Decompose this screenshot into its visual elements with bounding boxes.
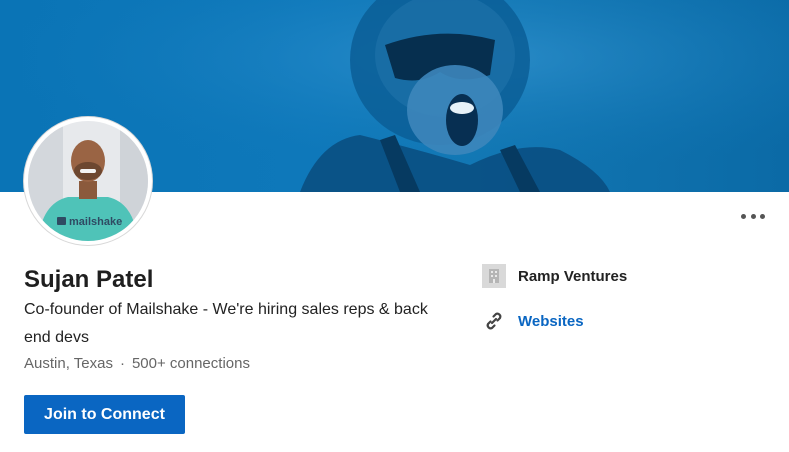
more-dot (760, 213, 765, 219)
avatar-photo: mailshake (28, 121, 148, 241)
meta-separator: · (119, 355, 125, 372)
company-name: Ramp Ventures (518, 267, 628, 285)
more-dot (750, 213, 756, 219)
join-to-connect-button[interactable]: Join to Connect (24, 395, 185, 434)
more-horizontal-icon (741, 213, 746, 219)
websites-link[interactable]: Websites (482, 309, 584, 333)
avatar-shirt-text: mailshake (69, 216, 122, 228)
more-options-button[interactable] (741, 206, 765, 226)
profile-headline: Co-founder of Mailshake - We're hiring s… (24, 301, 428, 346)
profile-name: Sujan Patel (24, 266, 154, 293)
profile-avatar[interactable]: mailshake (24, 117, 152, 245)
profile-meta: Austin, Texas · 500+ connections (24, 355, 250, 372)
profile-location: Austin, Texas (24, 355, 113, 372)
link-icon (486, 312, 502, 330)
profile-connections: 500+ connections (131, 355, 250, 372)
websites-label: Websites (518, 312, 584, 330)
current-company[interactable]: Ramp Ventures (482, 264, 627, 288)
building-icon (482, 264, 506, 288)
